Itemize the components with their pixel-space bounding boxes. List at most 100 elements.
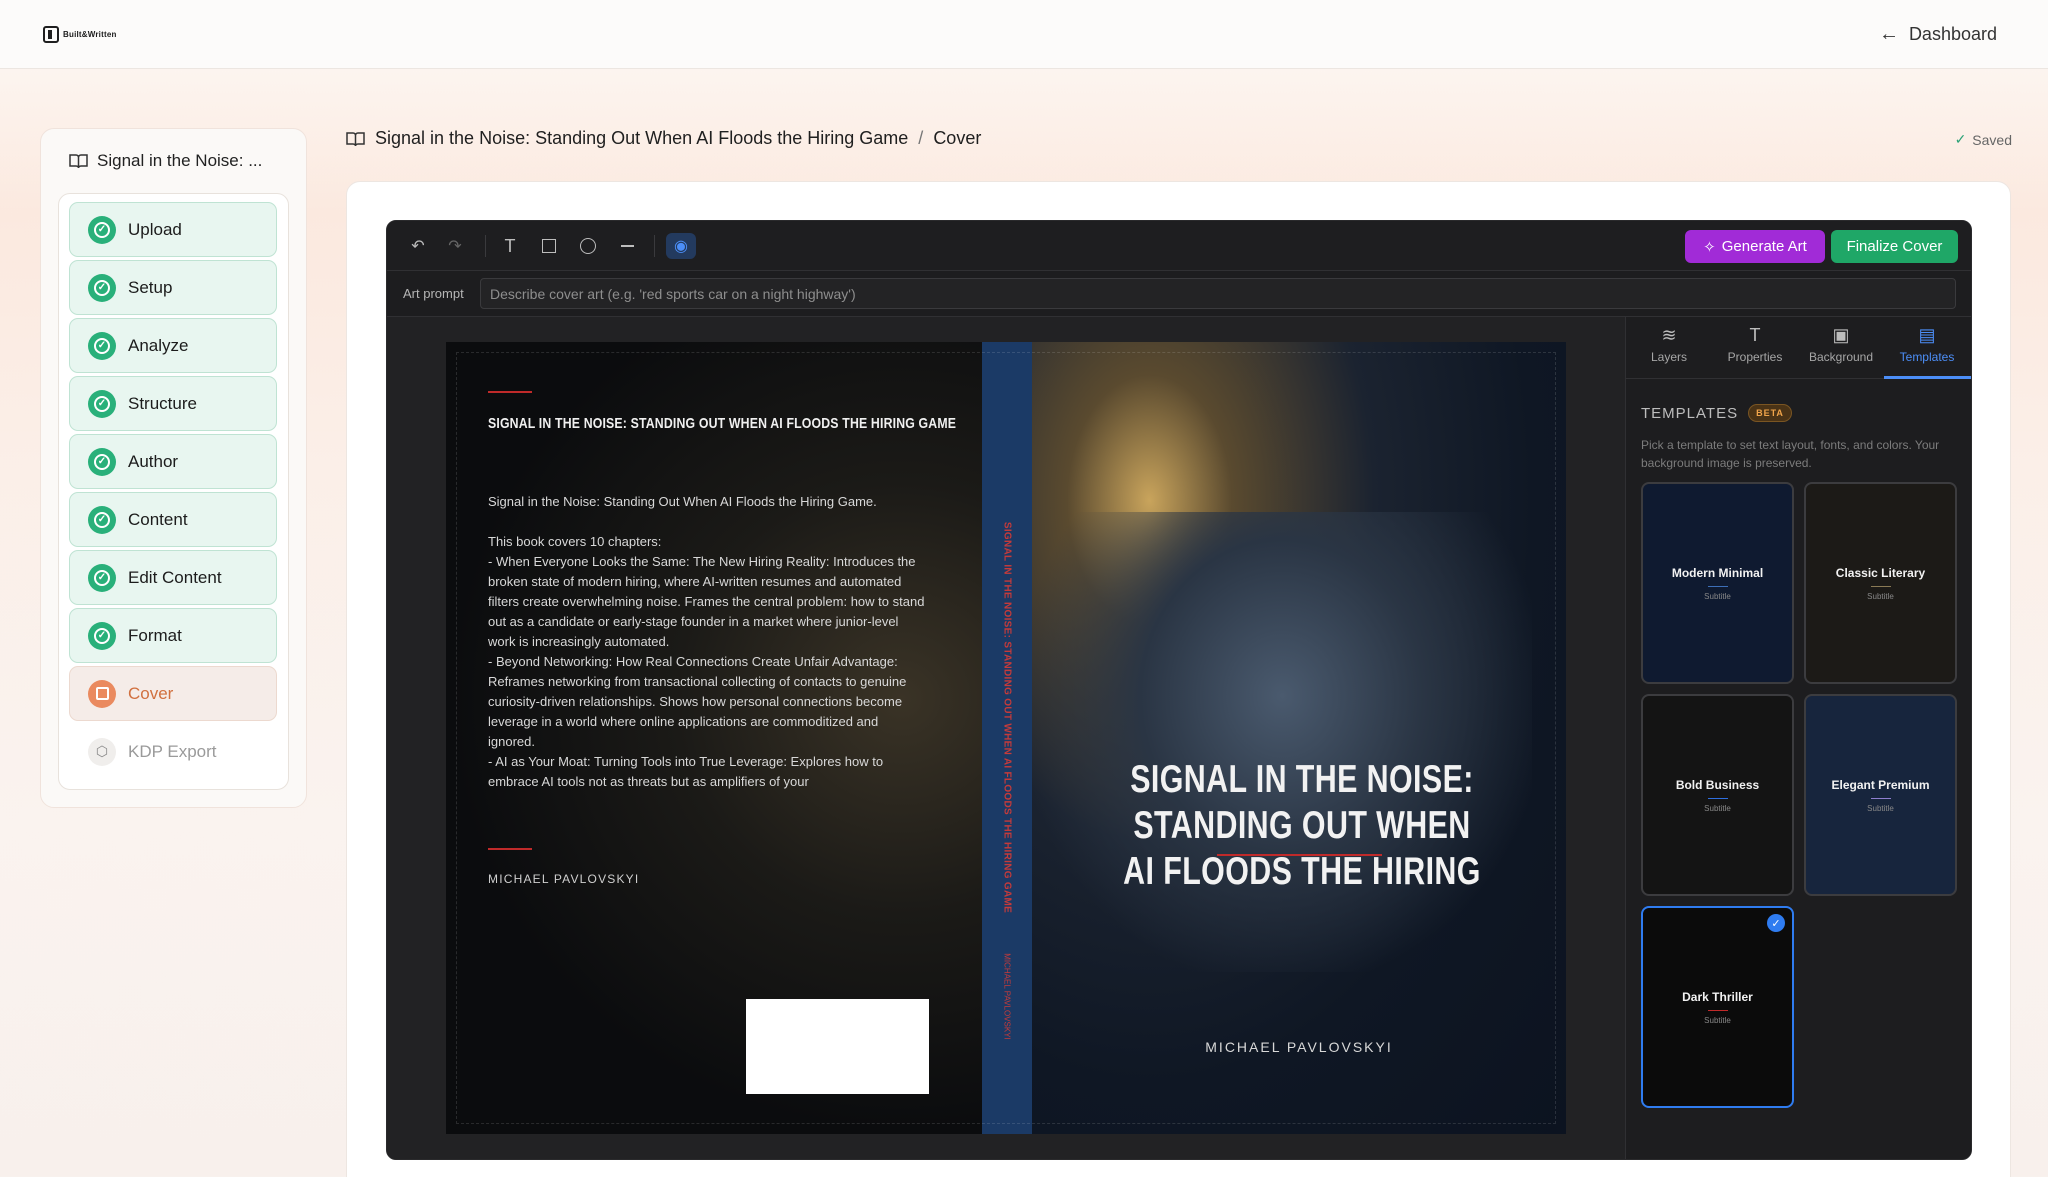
check-circle-icon: ✓ xyxy=(88,448,116,476)
step-cover[interactable]: Cover xyxy=(69,666,277,721)
redo-icon[interactable]: ↷ xyxy=(442,233,468,259)
template-name: Elegant Premium xyxy=(1831,778,1929,792)
art-prompt-input[interactable]: Describe cover art (e.g. 'red sports car… xyxy=(480,278,1956,309)
eye-icon[interactable]: ◉ xyxy=(666,233,696,259)
cover-spread[interactable]: SIGNAL IN THE NOISE: STANDING OUT WHEN A… xyxy=(446,342,1566,1134)
layers-icon: ≋ xyxy=(1626,325,1712,346)
templates-heading-text: TEMPLATES xyxy=(1641,405,1738,422)
template-subtitle: Subtitle xyxy=(1704,804,1731,813)
generate-art-button[interactable]: ✧ Generate Art xyxy=(1685,230,1825,263)
check-circle-icon: ✓ xyxy=(88,506,116,534)
step-label: KDP Export xyxy=(128,742,217,762)
brand-logo[interactable]: Built&Written xyxy=(43,26,117,43)
step-label: Format xyxy=(128,626,182,646)
check-circle-icon: ✓ xyxy=(88,216,116,244)
toolbar-divider xyxy=(485,235,486,257)
magic-wand-icon: ✧ xyxy=(1703,238,1716,256)
check-circle-icon: ✓ xyxy=(88,564,116,592)
template-dark-thriller[interactable]: ✓ Dark Thriller Subtitle xyxy=(1641,906,1794,1108)
breadcrumb: Signal in the Noise: Standing Out When A… xyxy=(346,128,981,149)
template-accent-line xyxy=(1871,586,1891,587)
check-circle-icon: ✓ xyxy=(88,274,116,302)
text-tool-icon[interactable]: T xyxy=(497,233,523,259)
side-panel: ≋ Layers T Properties ▣ Background ▤ Tem… xyxy=(1625,317,1972,1160)
template-name: Dark Thriller xyxy=(1682,990,1753,1004)
tab-properties[interactable]: T Properties xyxy=(1712,325,1798,364)
art-prompt-row: Art prompt Describe cover art (e.g. 'red… xyxy=(387,271,1972,317)
step-kdp-export[interactable]: ⬡ KDP Export xyxy=(69,724,277,779)
step-label: Structure xyxy=(128,394,197,414)
cover-editor: ↶ ↷ T ◉ ✧ Generate Art Finalize Cover Ar… xyxy=(386,220,1972,1160)
step-label: Setup xyxy=(128,278,172,298)
breadcrumb-book[interactable]: Signal in the Noise: Standing Out When A… xyxy=(375,128,908,149)
template-elegant-premium[interactable]: Elegant Premium Subtitle xyxy=(1804,694,1957,896)
dashboard-link[interactable]: ← Dashboard xyxy=(1879,23,1997,46)
template-accent-line xyxy=(1708,798,1728,799)
step-label: Analyze xyxy=(128,336,188,356)
bleed-guide xyxy=(456,352,1556,1124)
image-icon: ▣ xyxy=(1798,325,1884,346)
check-circle-icon: ✓ xyxy=(88,332,116,360)
tab-label: Background xyxy=(1809,350,1873,364)
check-icon: ✓ xyxy=(1767,914,1785,932)
template-name: Modern Minimal xyxy=(1672,566,1763,580)
template-accent-line xyxy=(1708,1010,1728,1011)
editor-toolbar: ↶ ↷ T ◉ ✧ Generate Art Finalize Cover xyxy=(387,221,1972,271)
step-label: Upload xyxy=(128,220,182,240)
sidebar-book-title: Signal in the Noise: ... xyxy=(69,151,262,171)
templates-icon: ▤ xyxy=(1884,325,1970,346)
breadcrumb-page: Cover xyxy=(933,128,981,149)
book-title-text: Signal in the Noise: ... xyxy=(97,151,262,171)
tab-templates[interactable]: ▤ Templates xyxy=(1884,325,1970,364)
book-open-icon xyxy=(346,131,365,147)
template-bold-business[interactable]: Bold Business Subtitle xyxy=(1641,694,1794,896)
breadcrumb-separator: / xyxy=(918,128,923,149)
template-name: Classic Literary xyxy=(1836,566,1925,580)
tab-label: Properties xyxy=(1728,350,1783,364)
step-content[interactable]: ✓ Content xyxy=(69,492,277,547)
template-subtitle: Subtitle xyxy=(1867,804,1894,813)
saved-label: Saved xyxy=(1972,132,2012,148)
step-analyze[interactable]: ✓ Analyze xyxy=(69,318,277,373)
image-icon xyxy=(88,680,116,708)
step-label: Edit Content xyxy=(128,568,222,588)
template-accent-line xyxy=(1871,798,1891,799)
template-modern-minimal[interactable]: Modern Minimal Subtitle xyxy=(1641,482,1794,684)
rectangle-tool-icon[interactable] xyxy=(536,233,562,259)
check-circle-icon: ✓ xyxy=(88,622,116,650)
step-label: Author xyxy=(128,452,178,472)
step-author[interactable]: ✓ Author xyxy=(69,434,277,489)
step-setup[interactable]: ✓ Setup xyxy=(69,260,277,315)
finalize-cover-button[interactable]: Finalize Cover xyxy=(1831,230,1958,263)
top-bar: Built&Written ← Dashboard xyxy=(0,0,2048,69)
active-tab-indicator xyxy=(1884,376,1971,379)
art-prompt-label: Art prompt xyxy=(403,286,464,301)
cover-canvas: SIGNAL IN THE NOISE: STANDING OUT WHEN A… xyxy=(387,317,1625,1160)
tab-label: Templates xyxy=(1900,350,1955,364)
tab-layers[interactable]: ≋ Layers xyxy=(1626,325,1712,364)
arrow-left-icon: ← xyxy=(1879,23,1899,46)
generate-art-label: Generate Art xyxy=(1722,238,1807,255)
sidebar: Signal in the Noise: ... ✓ Upload ✓ Setu… xyxy=(40,128,307,808)
package-icon: ⬡ xyxy=(88,738,116,766)
template-classic-literary[interactable]: Classic Literary Subtitle xyxy=(1804,482,1957,684)
step-format[interactable]: ✓ Format xyxy=(69,608,277,663)
line-tool-icon[interactable] xyxy=(614,233,640,259)
tab-background[interactable]: ▣ Background xyxy=(1798,325,1884,364)
workflow-steps: ✓ Upload ✓ Setup ✓ Analyze ✓ Structure ✓… xyxy=(58,193,289,790)
beta-badge: BETA xyxy=(1748,404,1792,422)
save-status: ✓ Saved xyxy=(1955,131,2012,148)
undo-icon[interactable]: ↶ xyxy=(405,233,431,259)
step-edit-content[interactable]: ✓ Edit Content xyxy=(69,550,277,605)
check-circle-icon: ✓ xyxy=(88,390,116,418)
templates-heading: TEMPLATES BETA xyxy=(1641,404,1792,422)
template-name: Bold Business xyxy=(1676,778,1759,792)
step-upload[interactable]: ✓ Upload xyxy=(69,202,277,257)
circle-tool-icon[interactable] xyxy=(575,233,601,259)
step-structure[interactable]: ✓ Structure xyxy=(69,376,277,431)
check-icon: ✓ xyxy=(1955,131,1967,148)
tab-label: Layers xyxy=(1651,350,1687,364)
book-open-icon xyxy=(69,153,88,169)
template-subtitle: Subtitle xyxy=(1704,1016,1731,1025)
templates-description: Pick a template to set text layout, font… xyxy=(1641,436,1951,472)
